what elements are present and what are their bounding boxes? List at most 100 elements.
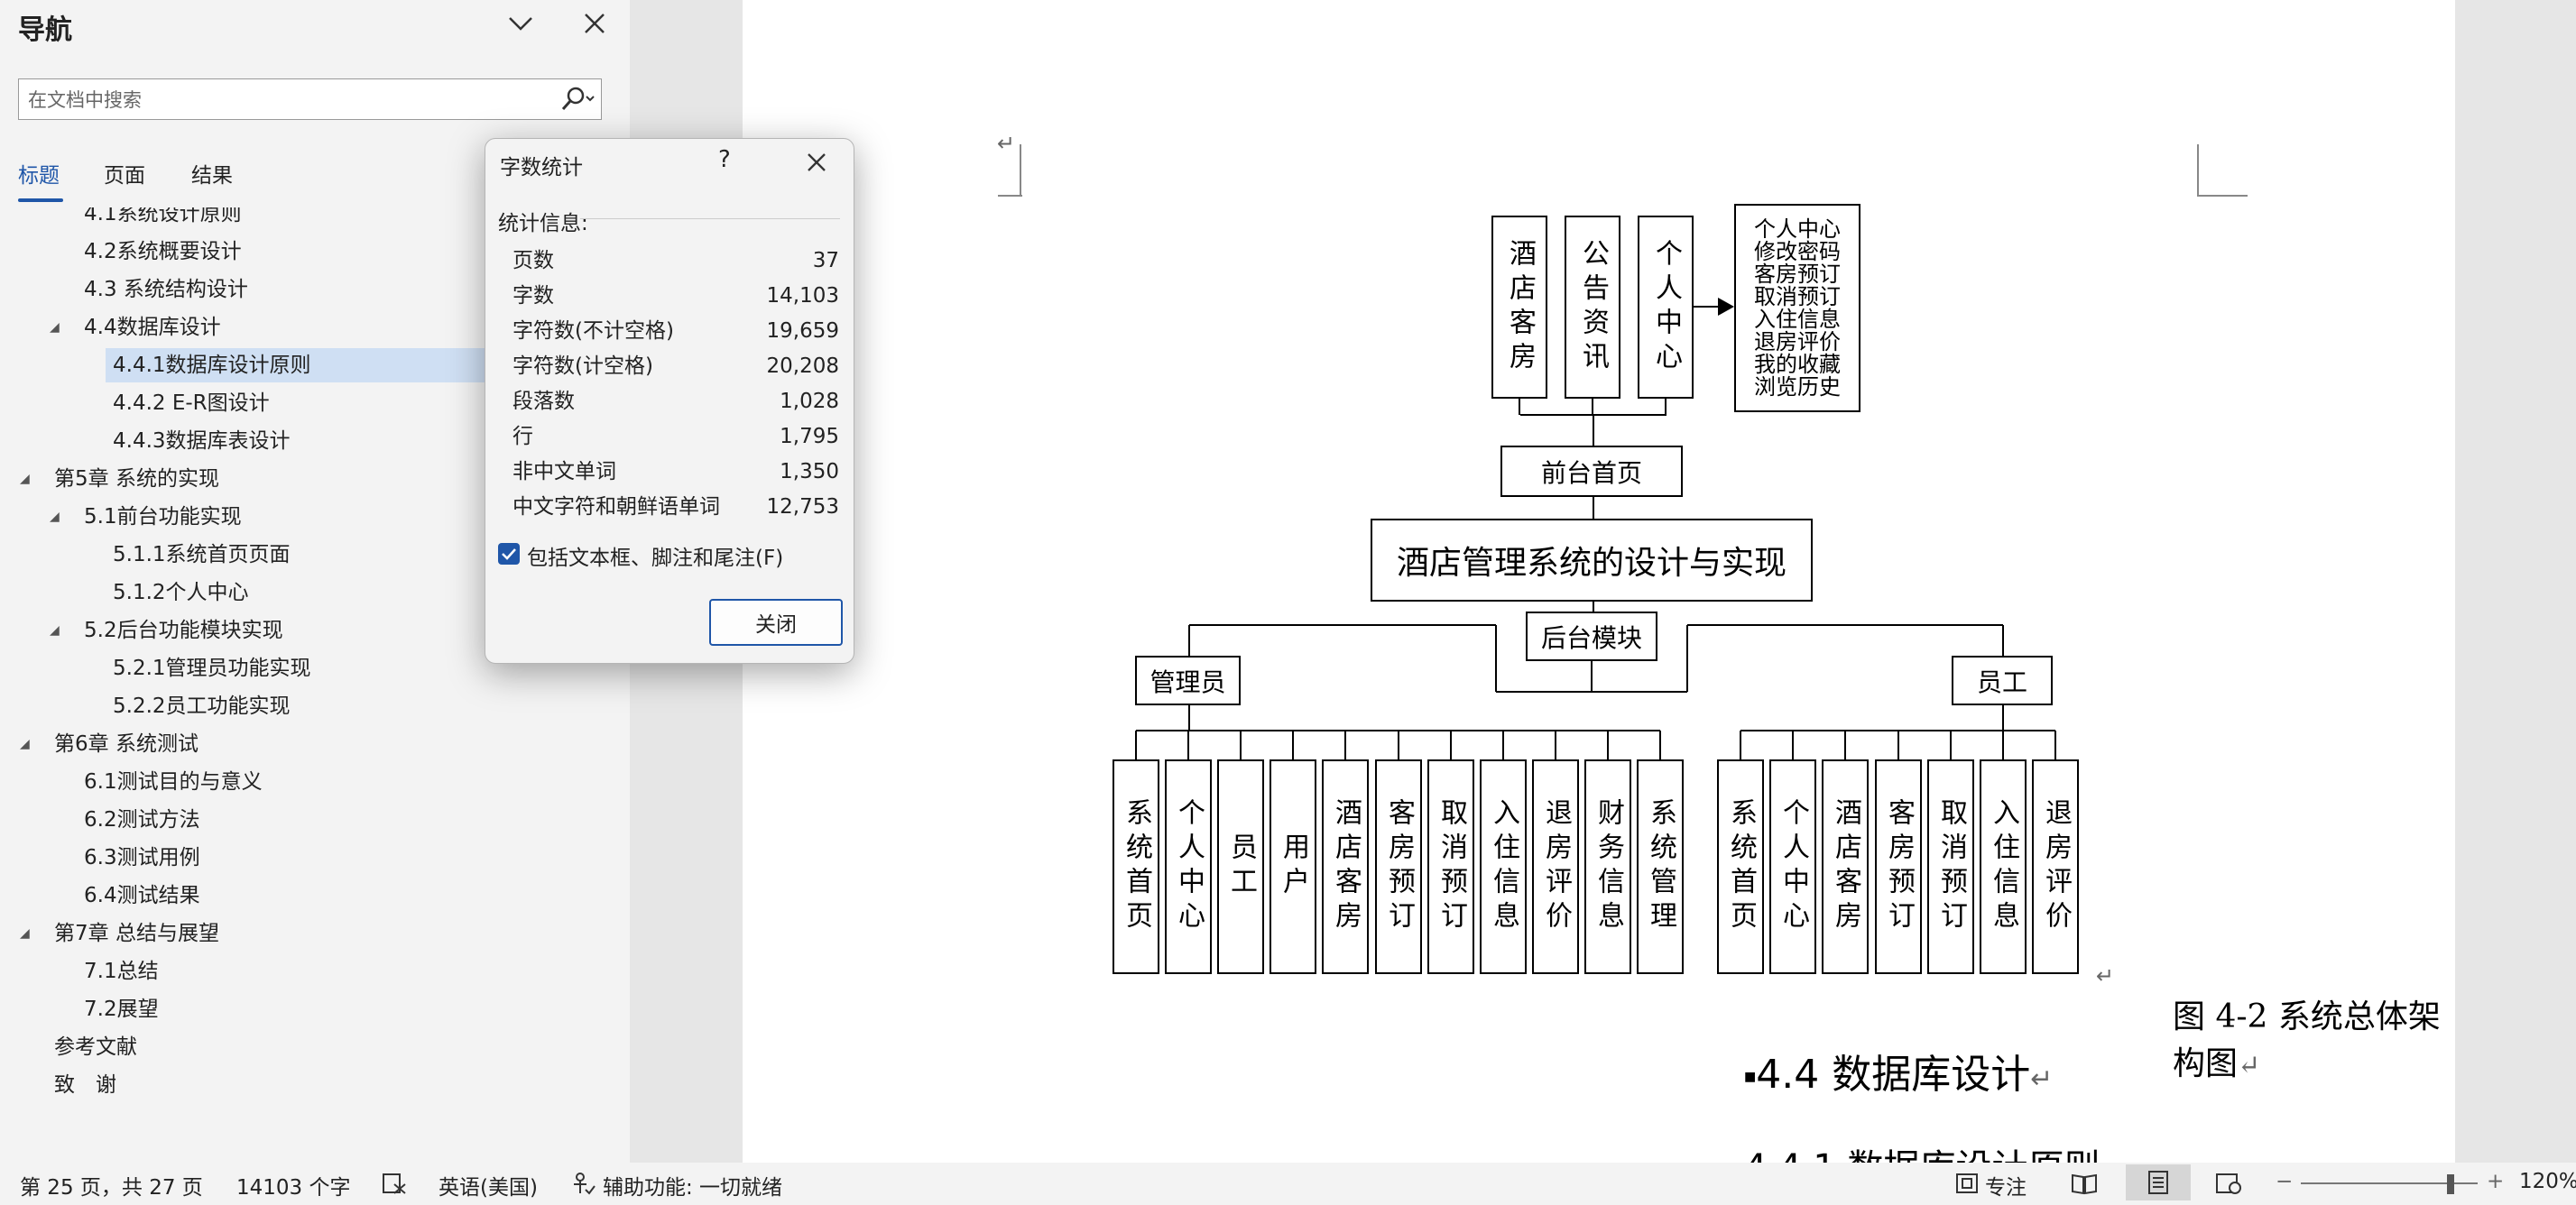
heading-item[interactable]: 4.4.2 E-R图设计 [106, 386, 270, 420]
document-page[interactable]: ↵ ↵ 酒店客房 公告资讯 个人中心 个人中心 修改密码 客房预订 取消预订 入住信息 退房评价… [743, 0, 2455, 1163]
heading-label: 5.2.1管理员功能实现 [113, 657, 311, 680]
focus-icon[interactable] [1954, 1172, 1980, 1200]
zoom-level[interactable]: 120% [2519, 1170, 2576, 1193]
focus-label[interactable]: 专注 [1985, 1170, 2027, 1200]
accessibility-icon[interactable] [571, 1172, 596, 1200]
paragraph-mark: ↵ [2238, 1050, 2261, 1081]
heading-item[interactable]: ◢ 第5章 系统的实现 [20, 462, 219, 496]
admin-item: 客房预订 [1375, 759, 1422, 974]
stat-label: 字符数(计空格) [512, 354, 653, 378]
tab-headings[interactable]: 标题 [18, 158, 60, 189]
admin-item-label: 酒店客房 [1330, 798, 1362, 935]
proofing-icon[interactable] [382, 1172, 407, 1200]
checkbox-label[interactable]: 包括文本框、脚注和尾注(F) [527, 540, 783, 571]
connector-line [1450, 731, 1452, 759]
connector-line [1188, 625, 1190, 656]
chevron-down-icon[interactable] [501, 5, 540, 41]
collapse-triangle-icon[interactable]: ◢ [50, 310, 60, 345]
heading-item[interactable]: ◢ 5.2后台功能模块实现 [50, 613, 283, 648]
heading-label: 5.2后台功能模块实现 [84, 619, 283, 642]
heading-item[interactable]: 5.1.2个人中心 [106, 575, 249, 610]
accessibility-status[interactable]: 辅助功能: 一切就绪 [603, 1170, 782, 1200]
divider [580, 218, 840, 219]
heading-item[interactable]: ◢ 4.4数据库设计 [50, 310, 221, 345]
top-box-label: 公告资讯 [1577, 238, 1609, 376]
heading-item[interactable]: 5.2.1管理员功能实现 [106, 651, 311, 685]
top-box-label: 酒店客房 [1504, 238, 1536, 376]
heading-item[interactable]: ◢ 5.1前台功能实现 [50, 500, 242, 534]
admin-item: 用户 [1270, 759, 1316, 974]
heading-label: 5.2.2员工功能实现 [113, 694, 291, 718]
stat-row: 字符数(不计空格) 19,659 [512, 314, 839, 348]
heading-item[interactable]: 致 谢 [47, 1068, 116, 1102]
heading-item[interactable]: 4.4.3数据库表设计 [106, 424, 291, 458]
heading-4-4-1: 4.4.1 数据库设计原则 [1744, 1138, 2101, 1163]
zoom-out-button[interactable]: − [2276, 1170, 2293, 1193]
print-layout-icon[interactable] [2126, 1164, 2191, 1200]
stat-row: 行 1,795 [512, 419, 839, 454]
system-title-box: 酒店管理系统的设计与实现 [1371, 519, 1813, 602]
heading-item[interactable]: 7.2展望 [77, 992, 159, 1026]
personal-center-item: 修改密码 [1754, 238, 1841, 264]
close-icon[interactable] [575, 5, 614, 41]
connector-line [1593, 497, 1594, 519]
web-layout-icon[interactable] [2215, 1172, 2242, 1200]
collapse-triangle-icon[interactable]: ◢ [50, 500, 60, 534]
collapse-triangle-icon[interactable]: ◢ [20, 727, 30, 761]
connector-line [1495, 625, 1497, 692]
heading-item[interactable]: ◢ 第7章 总结与展望 [20, 916, 219, 951]
zoom-slider-thumb[interactable] [2447, 1174, 2454, 1194]
heading-item[interactable]: 6.2测试方法 [77, 803, 200, 837]
personal-center-list: 个人中心 修改密码 客房预订 取消预订 入住信息 退房评价 我的收藏 浏览历史 [1734, 204, 1860, 412]
zoom-in-button[interactable]: + [2487, 1170, 2504, 1193]
page-count[interactable]: 第 25 页，共 27 页 [20, 1170, 203, 1200]
word-count[interactable]: 14103 个字 [236, 1170, 350, 1200]
stat-row: 页数 37 [512, 244, 839, 278]
connector-line [1519, 399, 1520, 415]
close-icon[interactable] [794, 144, 839, 180]
collapse-triangle-icon[interactable]: ◢ [50, 613, 60, 648]
include-textboxes-checkbox[interactable] [498, 543, 520, 565]
heading-item[interactable]: 4.2系统概要设计 [77, 235, 242, 269]
statistics-heading: 统计信息: [498, 212, 588, 235]
tab-pages[interactable]: 页面 [104, 158, 145, 189]
heading-item[interactable]: 参考文献 [47, 1030, 137, 1064]
heading-label: 第7章 总结与展望 [54, 922, 219, 945]
collapse-triangle-icon[interactable]: ◢ [20, 462, 30, 496]
connector-line [1659, 731, 1661, 759]
employee-item: 酒店客房 [1822, 759, 1869, 974]
crop-mark-right [2197, 144, 2199, 197]
heading-item[interactable]: 6.1测试目的与意义 [77, 765, 263, 799]
backend-box-label: 后台模块 [1540, 622, 1642, 653]
admin-item-label: 系统首页 [1121, 798, 1152, 935]
heading-item[interactable]: 4.3 系统结构设计 [77, 272, 248, 307]
close-button[interactable]: 关闭 [709, 599, 843, 646]
dialog-title: 字数统计 [500, 156, 583, 179]
personal-center-item: 我的收藏 [1754, 351, 1841, 377]
tab-underline [18, 198, 63, 202]
heading-item[interactable]: 7.1总结 [77, 954, 159, 989]
stat-value: 12,753 [766, 495, 839, 519]
connector-line [1694, 306, 1720, 308]
search-input[interactable]: 在文档中搜索 [18, 78, 602, 120]
help-button[interactable]: ? [718, 146, 731, 173]
admin-item-label: 用户 [1278, 832, 1309, 901]
read-mode-icon[interactable] [2071, 1172, 2098, 1200]
search-icon[interactable] [554, 81, 601, 117]
connector-line [1897, 731, 1899, 759]
connector-line [1792, 731, 1794, 759]
heading-item[interactable]: 6.3测试用例 [77, 841, 200, 875]
personal-center-item: 个人中心 [1754, 216, 1841, 242]
collapse-triangle-icon[interactable]: ◢ [20, 916, 30, 951]
heading-item[interactable]: 6.4测试结果 [77, 878, 200, 913]
heading-item[interactable]: 4.1系统设计原则 [77, 207, 242, 231]
admin-item-label: 取消预订 [1436, 798, 1467, 935]
heading-item[interactable]: ◢ 第6章 系统测试 [20, 727, 199, 761]
heading-item[interactable]: 5.1.1系统首页页面 [106, 538, 291, 572]
language[interactable]: 英语(美国) [439, 1170, 538, 1200]
tab-results[interactable]: 结果 [191, 158, 233, 189]
employee-item: 个人中心 [1769, 759, 1816, 974]
admin-item: 财务信息 [1584, 759, 1631, 974]
arrow-head [1718, 298, 1734, 316]
heading-item[interactable]: 5.2.2员工功能实现 [106, 689, 291, 723]
